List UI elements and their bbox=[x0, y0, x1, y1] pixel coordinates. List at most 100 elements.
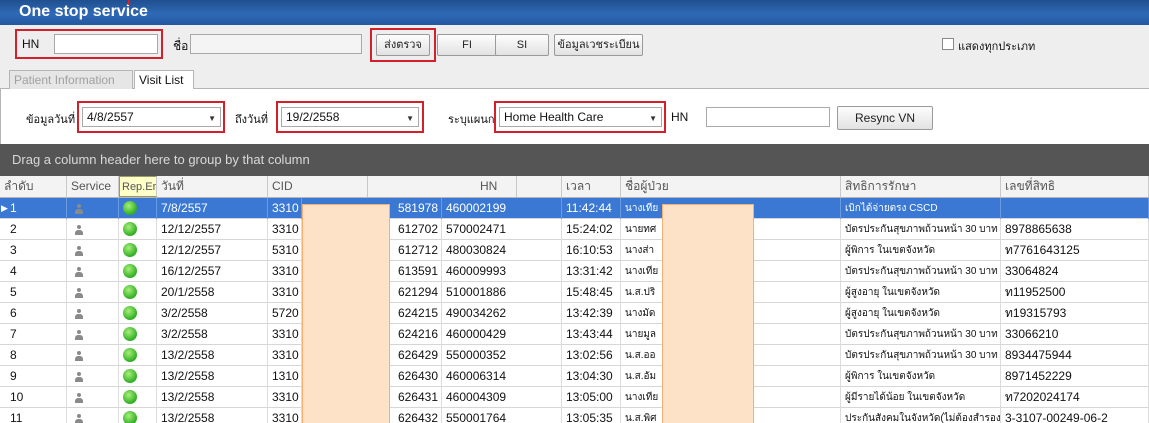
cell-right: บัตรประกันสุขภาพถ้วนหน้า 30 บาท ใน bbox=[841, 261, 1001, 282]
table-row[interactable]: 1 7/8/2557 3310 581978 460002199 11:42:44 นางเ… bbox=[0, 198, 1149, 219]
rep-err-cell bbox=[119, 366, 157, 387]
hn-value: 550000352 bbox=[446, 348, 507, 362]
cell-date: 13/2/2558 bbox=[157, 387, 268, 408]
service-cell bbox=[67, 303, 119, 324]
resync-vn-button[interactable]: Resync VN bbox=[837, 106, 933, 130]
service-cell bbox=[67, 282, 119, 303]
show-all-label: แสดงทุกประเภท bbox=[958, 41, 1036, 53]
rep-err-cell bbox=[119, 303, 157, 324]
hn-value: 490034262 bbox=[446, 306, 507, 320]
hn-value: 510001886 bbox=[446, 285, 507, 299]
chevron-down-icon: ▼ bbox=[208, 114, 216, 123]
chevron-down-icon: ▼ bbox=[406, 114, 414, 123]
cell-no: 1 bbox=[0, 198, 67, 219]
table-row[interactable]: 9 13/2/2558 1310 626430 460006314 13:04:30 น.ส… bbox=[0, 366, 1149, 387]
show-all-checkbox[interactable] bbox=[942, 38, 954, 50]
column-header-right-no[interactable]: เลขที่สิทธิ bbox=[1001, 176, 1149, 197]
hn-value: 460006314 bbox=[446, 369, 507, 383]
table-row[interactable]: 11 13/2/2558 3310 626432 550001764 13:05:35 น.… bbox=[0, 408, 1149, 423]
table-row[interactable]: 8 13/2/2558 3310 626429 550000352 13:02:56 น.ส… bbox=[0, 345, 1149, 366]
cell-time: 13:43:44 bbox=[562, 324, 621, 345]
cell-time: 13:02:56 bbox=[562, 345, 621, 366]
table-row[interactable]: 10 13/2/2558 3310 626431 460004309 13:05:00 นา… bbox=[0, 387, 1149, 408]
status-ok-icon bbox=[123, 369, 137, 383]
grid-header: ลำดับ Service Rep.Err. วันที่ CID SeqID … bbox=[0, 176, 1149, 198]
name-input[interactable] bbox=[190, 34, 362, 54]
status-ok-icon bbox=[123, 201, 137, 215]
column-header-service[interactable]: Service bbox=[67, 176, 119, 197]
rep-err-cell bbox=[119, 408, 157, 423]
annotation-mark bbox=[128, 0, 130, 5]
si-button[interactable]: SI bbox=[495, 34, 549, 56]
cell-seq: 613591 bbox=[388, 261, 442, 282]
table-row[interactable]: 3 12/12/2557 5310 612712 480030824 16:10:53 นา… bbox=[0, 240, 1149, 261]
tab-patient-information[interactable]: Patient Information bbox=[9, 70, 133, 89]
status-ok-icon bbox=[123, 306, 137, 320]
cell-date: 3/2/2558 bbox=[157, 303, 268, 324]
status-ok-icon bbox=[123, 264, 137, 278]
send-exam-button[interactable]: ส่งตรวจ bbox=[376, 34, 430, 56]
hn-value: 460009993 bbox=[446, 264, 507, 278]
column-header-cid[interactable]: CID bbox=[268, 176, 368, 197]
table-row[interactable]: 4 16/12/2557 3310 613591 460009993 13:31:42 นา… bbox=[0, 261, 1149, 282]
group-by-panel[interactable]: Drag a column header here to group by th… bbox=[0, 144, 1149, 176]
cell-right-no: ท11952500 bbox=[1001, 282, 1149, 303]
cell-date: 7/8/2557 bbox=[157, 198, 268, 219]
hn-input[interactable] bbox=[54, 34, 158, 54]
cell-no: 3 bbox=[0, 240, 67, 261]
column-header-patient[interactable]: ชื่อผู้ป่วย bbox=[621, 176, 841, 197]
rep-err-cell bbox=[119, 324, 157, 345]
department-combo[interactable]: Home Health Care ▼ bbox=[499, 107, 662, 127]
cell-seq: 626429 bbox=[388, 345, 442, 366]
cell-seq: 624216 bbox=[388, 324, 442, 345]
cell-time: 13:31:42 bbox=[562, 261, 621, 282]
cell-seq: 612712 bbox=[388, 240, 442, 261]
tab-visit-list[interactable]: Visit List bbox=[134, 70, 194, 90]
cell-time: 13:05:35 bbox=[562, 408, 621, 423]
cell-no: 2 bbox=[0, 219, 67, 240]
date-from-value: 4/8/2557 bbox=[87, 110, 134, 124]
service-cell bbox=[67, 261, 119, 282]
cell-time: 13:42:39 bbox=[562, 303, 621, 324]
department-label: ระบุแผนก bbox=[448, 114, 495, 126]
cell-date: 13/2/2558 bbox=[157, 345, 268, 366]
fi-button[interactable]: FI bbox=[437, 34, 497, 56]
cell-date: 12/12/2557 bbox=[157, 219, 268, 240]
cell-time: 15:48:45 bbox=[562, 282, 621, 303]
table-row[interactable]: 2 12/12/2557 3310 612702 570002471 15:24:02 นา… bbox=[0, 219, 1149, 240]
table-row[interactable]: 6 3/2/2558 5720 624215 490034262 13:42:39 นางม… bbox=[0, 303, 1149, 324]
cell-right: ผู้พิการ ในเขตจังหวัด bbox=[841, 240, 1001, 261]
cell-hn: 460006314 bbox=[442, 366, 562, 387]
cell-hn: 460000429 bbox=[442, 324, 562, 345]
filter-hn-input[interactable] bbox=[706, 107, 830, 127]
cell-right: บัตรประกันสุขภาพถ้วนหน้า 30 บาท ใน bbox=[841, 324, 1001, 345]
cell-right-no: ท19315793 bbox=[1001, 303, 1149, 324]
column-header-rep-err[interactable]: Rep.Err. bbox=[119, 176, 157, 197]
cell-right-no: ท7761643125 bbox=[1001, 240, 1149, 261]
cell-no: 8 bbox=[0, 345, 67, 366]
service-cell bbox=[67, 366, 119, 387]
cell-hn: 510001886 bbox=[442, 282, 562, 303]
table-row[interactable]: 7 3/2/2558 3310 624216 460000429 13:43:44 นายม… bbox=[0, 324, 1149, 345]
cell-cid: 3310 bbox=[268, 261, 302, 282]
cell-no: 11 bbox=[0, 408, 67, 423]
column-header-time[interactable]: เวลา bbox=[562, 176, 621, 197]
date-from-combo[interactable]: 4/8/2557 ▼ bbox=[82, 107, 221, 127]
date-to-combo[interactable]: 19/2/2558 ▼ bbox=[281, 107, 419, 127]
service-cell bbox=[67, 387, 119, 408]
cell-seq: 626432 bbox=[388, 408, 442, 423]
column-header-hn[interactable]: HN bbox=[476, 176, 562, 197]
cell-right: บัตรประกันสุขภาพถ้วนหน้า 30 บาท ใน bbox=[841, 345, 1001, 366]
column-header-right[interactable]: สิทธิการรักษา bbox=[841, 176, 1001, 197]
service-cell bbox=[67, 345, 119, 366]
column-header-no[interactable]: ลำดับ bbox=[0, 176, 67, 197]
table-row[interactable]: 5 20/1/2558 3310 621294 510001886 15:48:45 น.ส… bbox=[0, 282, 1149, 303]
medical-record-button[interactable]: ข้อมูลเวชระเบียน bbox=[554, 34, 643, 56]
cell-right: บัตรประกันสุขภาพถ้วนหน้า 30 บาท ใน bbox=[841, 219, 1001, 240]
hn-value: 480030824 bbox=[446, 243, 507, 257]
cell-right: ประกันสังคมในจังหวัด(ไม่ต้องสำรองเงิน bbox=[841, 408, 1001, 423]
status-ok-icon bbox=[123, 243, 137, 257]
person-icon bbox=[75, 288, 83, 298]
column-header-date[interactable]: วันที่ bbox=[157, 176, 268, 197]
date-to-value: 19/2/2558 bbox=[286, 110, 340, 124]
